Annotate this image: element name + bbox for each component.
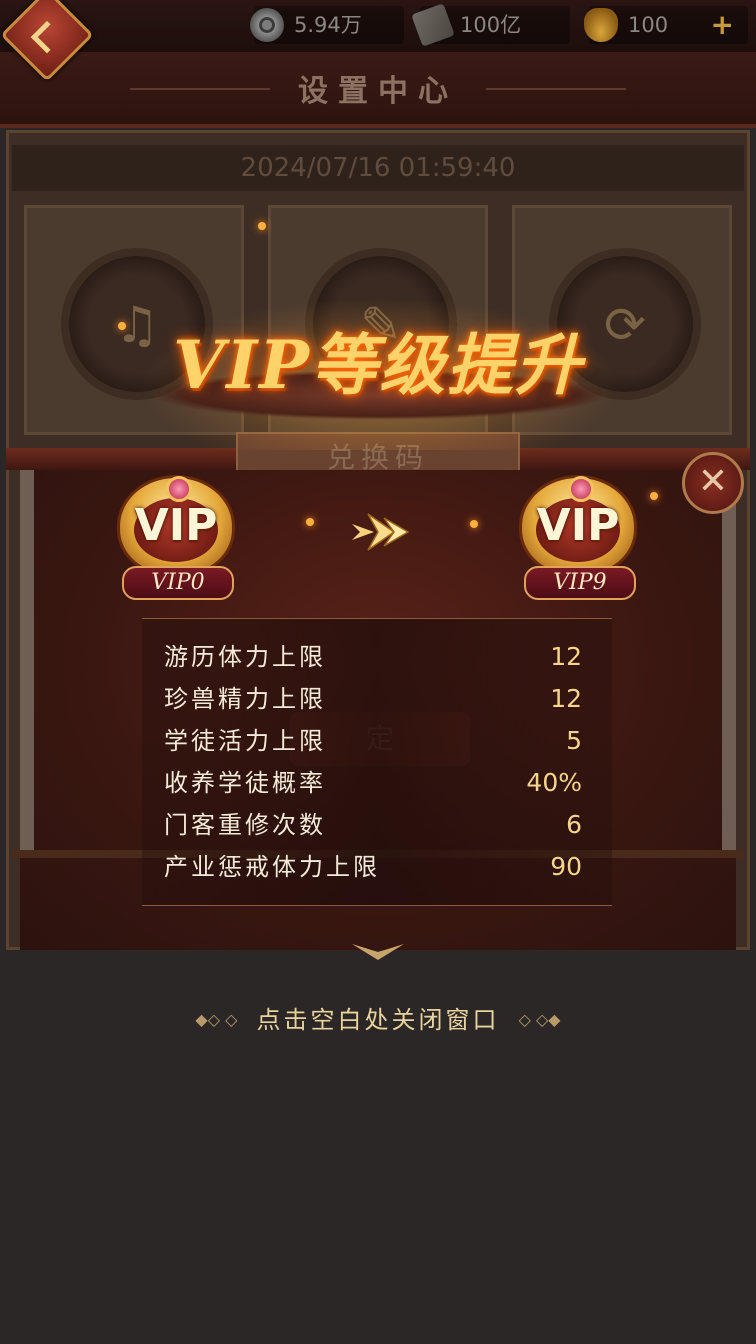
vip-benefits-table: 游历体力上限 12 珍兽精力上限 12 学徒活力上限 5 收养学徒概率 40% …: [142, 618, 612, 906]
vip-upgrade-title: VIP等级提升: [173, 326, 583, 404]
add-gold-button[interactable]: +: [711, 10, 734, 40]
benefit-row: 游历体力上限 12: [142, 637, 612, 677]
bottom-ornament-icon: [352, 944, 404, 960]
benefit-value: 12: [550, 642, 582, 671]
benefit-row: 门客重修次数 6: [142, 805, 612, 845]
benefit-row: 珍兽精力上限 12: [142, 679, 612, 719]
upgrade-arrow-icon: [352, 513, 410, 551]
book-counter: 100亿: [411, 3, 570, 47]
sparkle: [258, 222, 266, 230]
benefit-label: 珍兽精力上限: [164, 685, 326, 713]
sparkle: [118, 322, 126, 330]
benefit-value: 90: [550, 852, 582, 881]
copper-coin-counter: 5.94万: [250, 6, 404, 44]
hint-diamond-right-icon: ◇ ◇◆: [518, 1010, 561, 1029]
close-hint-row[interactable]: ◆◇ ◇ 点击空白处关闭窗口 ◇ ◇◆: [0, 1004, 756, 1036]
page-header: 设置中心: [0, 52, 756, 128]
benefit-row: 收养学徒概率 40%: [142, 763, 612, 803]
benefit-label: 产业惩戒体力上限: [164, 853, 380, 881]
benefit-label: 学徒活力上限: [164, 727, 326, 755]
benefit-label: 游历体力上限: [164, 643, 326, 671]
benefit-label: 收养学徒概率: [164, 769, 326, 797]
close-window-hint: 点击空白处关闭窗口: [256, 1006, 500, 1034]
benefit-row: 产业惩戒体力上限 90: [142, 847, 612, 887]
book-icon: [411, 3, 455, 47]
sparkle: [650, 492, 658, 500]
datetime-display: 2024/07/16 01:59:40: [12, 145, 744, 191]
badge-vip-text: VIP: [134, 500, 218, 551]
sparkle: [470, 520, 478, 528]
close-button[interactable]: ✕: [682, 452, 744, 514]
copper-coin-value: 5.94万: [294, 13, 362, 37]
benefit-label: 门客重修次数: [164, 811, 326, 839]
gold-ingot-counter: 100 +: [584, 6, 748, 44]
page-title: 设置中心: [298, 74, 458, 109]
book-value: 100亿: [460, 13, 522, 37]
benefit-row: 学徒活力上限 5: [142, 721, 612, 761]
badge-level-label: VIP0: [122, 566, 234, 600]
badge-level-label: VIP9: [524, 566, 636, 600]
badge-gem-icon: [568, 476, 594, 502]
back-arrow-icon: [30, 20, 64, 54]
gold-ingot-value: 100: [628, 13, 669, 37]
benefit-value: 6: [566, 810, 582, 839]
benefit-value: 12: [550, 684, 582, 713]
badge-gem-icon: [166, 476, 192, 502]
vip-from-badge: VIP VIP0: [112, 470, 242, 600]
badge-vip-text: VIP: [536, 500, 620, 551]
benefit-value: 5: [566, 726, 582, 755]
scroll-left-edge: [20, 470, 34, 850]
sparkle: [306, 518, 314, 526]
top-resource-bar: 5.94万 100亿 100 +: [0, 0, 756, 52]
scroll-right-edge: [722, 470, 736, 850]
copper-coin-icon: [250, 8, 284, 42]
gold-ingot-icon: [584, 8, 618, 42]
vip-to-badge: VIP VIP9: [514, 470, 644, 600]
benefit-value: 40%: [526, 768, 582, 797]
hint-diamond-left-icon: ◆◇ ◇: [195, 1010, 238, 1029]
